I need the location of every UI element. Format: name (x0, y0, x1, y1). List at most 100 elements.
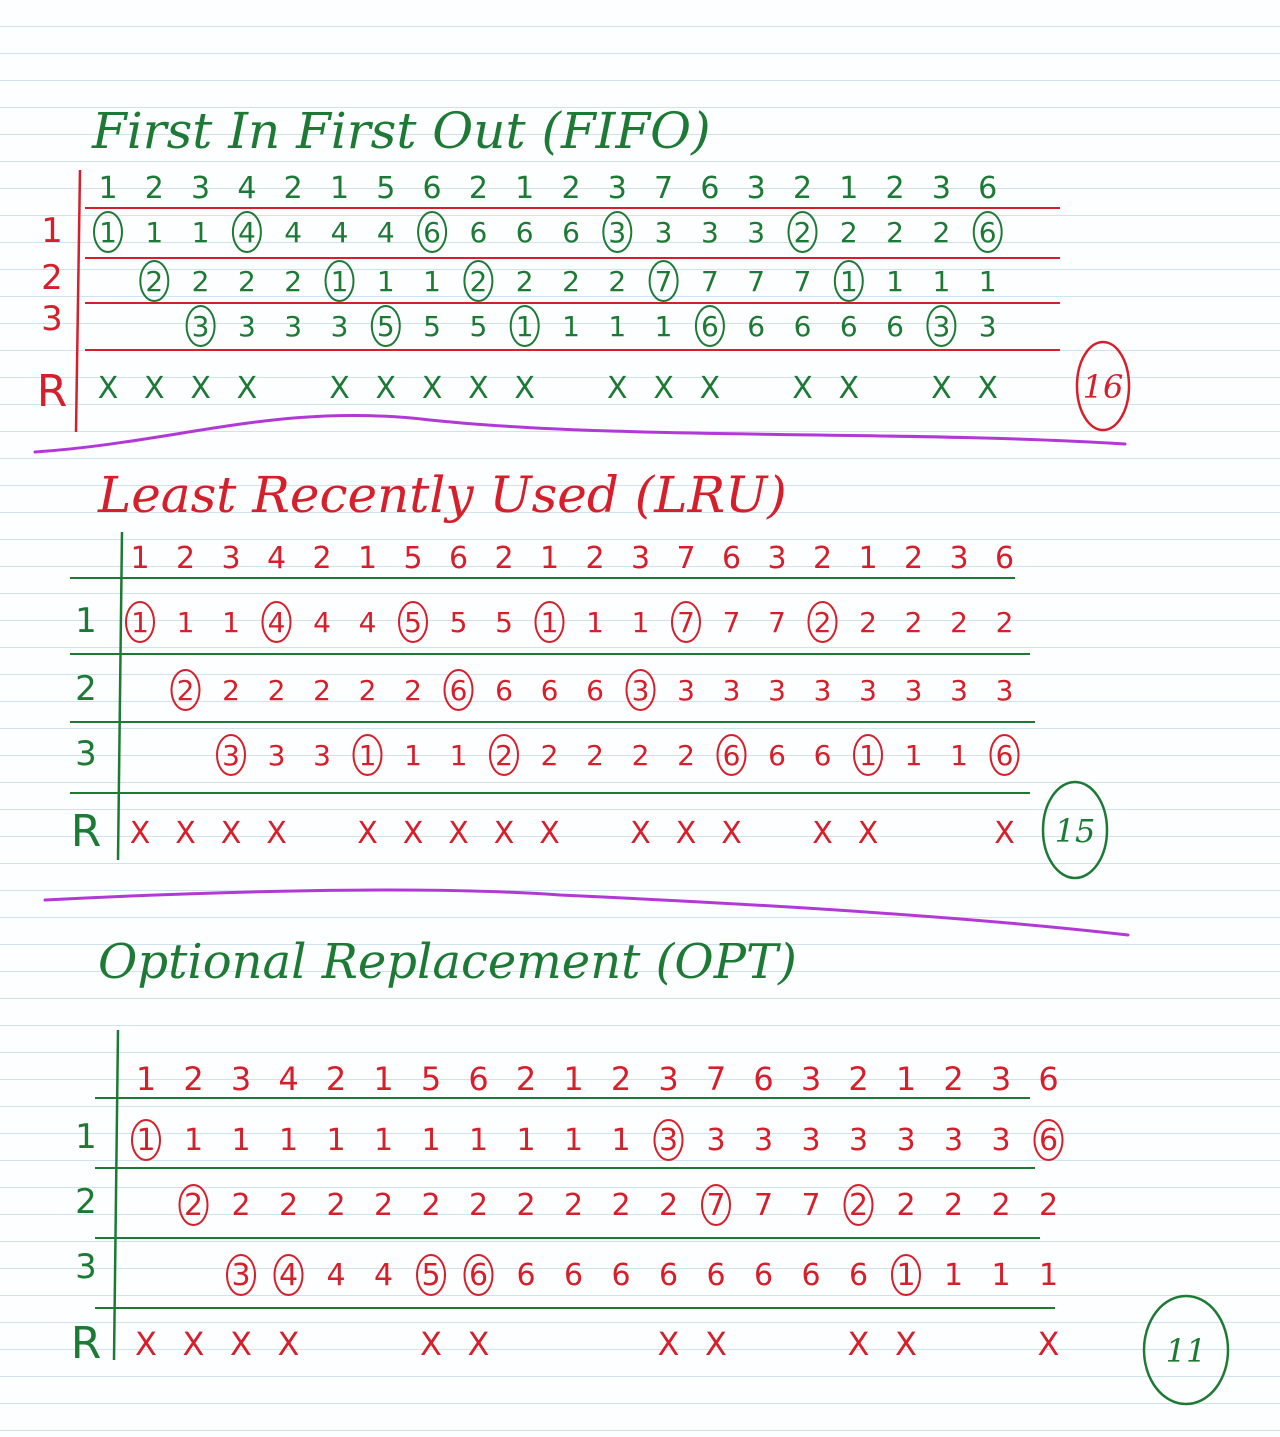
frame-cell: 2 (404, 674, 422, 707)
frame-cell: 3 (655, 216, 673, 249)
reference-page: 1 (358, 541, 377, 576)
reference-page: 3 (221, 541, 240, 576)
reference-page: 3 (231, 1060, 251, 1098)
frame-cell: 1 (608, 310, 626, 343)
reference-page: 1 (858, 541, 877, 576)
frame-cell: 6 (469, 1258, 488, 1293)
fault-mark: X (895, 1325, 917, 1363)
fault-mark: X (403, 816, 424, 851)
frame-cell: 7 (801, 1188, 820, 1223)
fault-mark: X (812, 816, 833, 851)
frame-cell: 2 (950, 606, 968, 639)
fault-mark: X (237, 371, 258, 406)
frame-cell: 1 (469, 1123, 488, 1158)
frame-cell: 6 (1039, 1123, 1058, 1158)
frame-cell: 6 (611, 1258, 630, 1293)
reference-page: 1 (330, 171, 349, 206)
frame-cell: 2 (586, 739, 604, 772)
frame-cell: 2 (421, 1188, 440, 1223)
fifo-section: First In First Out (FIFO)123R1 2 3 4 2 1 5 6 2 1 2… (37, 102, 1131, 433)
frame-cell: 2 (326, 1188, 345, 1223)
frame-cell: 3 (747, 216, 765, 249)
frame-cell: 1 (611, 1123, 630, 1158)
fault-mark: X (230, 1325, 252, 1363)
frame-cell: 6 (562, 216, 580, 249)
frame-cell: 7 (655, 265, 673, 298)
frame-cell: 1 (1039, 1258, 1058, 1293)
frame-cell: 3 (801, 1123, 820, 1158)
reference-page: 3 (608, 171, 627, 206)
fault-mark: X (329, 371, 350, 406)
frame-cell: 2 (794, 216, 812, 249)
table-vertical-rule (112, 1029, 120, 1361)
reference-page: 2 (943, 1060, 963, 1098)
reference-page: 1 (98, 171, 117, 206)
frame-cell: 1 (516, 310, 534, 343)
fault-mark: X (494, 816, 515, 851)
frame-cell: 2 (495, 739, 513, 772)
row-label: 1 (41, 211, 63, 251)
total-faults: 15 (1055, 812, 1096, 850)
frame-cell: 7 (706, 1188, 725, 1223)
reference-page: 6 (753, 1060, 773, 1098)
frame-cell: 2 (359, 674, 377, 707)
fault-mark: X (977, 371, 998, 406)
fault-mark: X (135, 1325, 157, 1363)
frame-cell: 2 (849, 1188, 868, 1223)
reference-page: 2 (793, 171, 812, 206)
frame-cell: 3 (222, 739, 240, 772)
reference-page: 5 (376, 171, 395, 206)
reference-page: 6 (468, 1060, 488, 1098)
frame-cell: 1 (222, 606, 240, 639)
reference-page: 4 (267, 541, 286, 576)
frame-cell: 3 (231, 1258, 250, 1293)
frame-cell: 4 (377, 216, 395, 249)
reference-page: 1 (896, 1060, 916, 1098)
frame-cell: 4 (374, 1258, 393, 1293)
frame-cell: 3 (905, 674, 923, 707)
row-label: R (71, 1318, 102, 1369)
frame-cell: 2 (469, 1188, 488, 1223)
frame-cell: 1 (516, 1123, 535, 1158)
fault-mark: X (468, 1325, 490, 1363)
frame-cell: 3 (192, 310, 210, 343)
frame-cell: 1 (586, 606, 604, 639)
frame-cell: 1 (840, 265, 858, 298)
row-label: 3 (75, 1247, 97, 1287)
row-label: 3 (41, 299, 63, 339)
reference-page: 3 (767, 541, 786, 576)
reference-page: 3 (949, 541, 968, 576)
frame-cell: 3 (677, 674, 695, 707)
frame-cell: 2 (145, 265, 163, 298)
fault-mark: X (630, 816, 651, 851)
frame-cell: 2 (677, 739, 695, 772)
frame-cell: 6 (706, 1258, 725, 1293)
frame-cell: 3 (768, 674, 786, 707)
fault-mark: X (700, 371, 721, 406)
frame-cell: 2 (996, 606, 1014, 639)
row-label: 3 (75, 734, 97, 774)
frame-cell: 3 (996, 674, 1014, 707)
frame-cell: 7 (768, 606, 786, 639)
frame-cell: 1 (421, 1123, 440, 1158)
frame-cell: 6 (516, 216, 534, 249)
fault-mark: X (376, 371, 397, 406)
frame-cell: 2 (177, 674, 195, 707)
frame-cell: 1 (632, 606, 650, 639)
frame-cell: 2 (562, 265, 580, 298)
reference-page: 3 (191, 171, 210, 206)
frame-cell: 3 (814, 674, 832, 707)
frame-cell: 6 (814, 739, 832, 772)
frame-cell: 2 (516, 265, 534, 298)
frame-cell: 3 (950, 674, 968, 707)
frame-cell: 6 (564, 1258, 583, 1293)
frame-cell: 1 (331, 265, 349, 298)
fault-mark: X (357, 816, 378, 851)
frame-cell: 1 (359, 739, 377, 772)
fault-mark: X (653, 371, 674, 406)
reference-page: 2 (848, 1060, 868, 1098)
frame-cell: 6 (886, 310, 904, 343)
frame-cell: 6 (586, 674, 604, 707)
frame-cell: 4 (326, 1258, 345, 1293)
fault-mark: X (221, 816, 242, 851)
